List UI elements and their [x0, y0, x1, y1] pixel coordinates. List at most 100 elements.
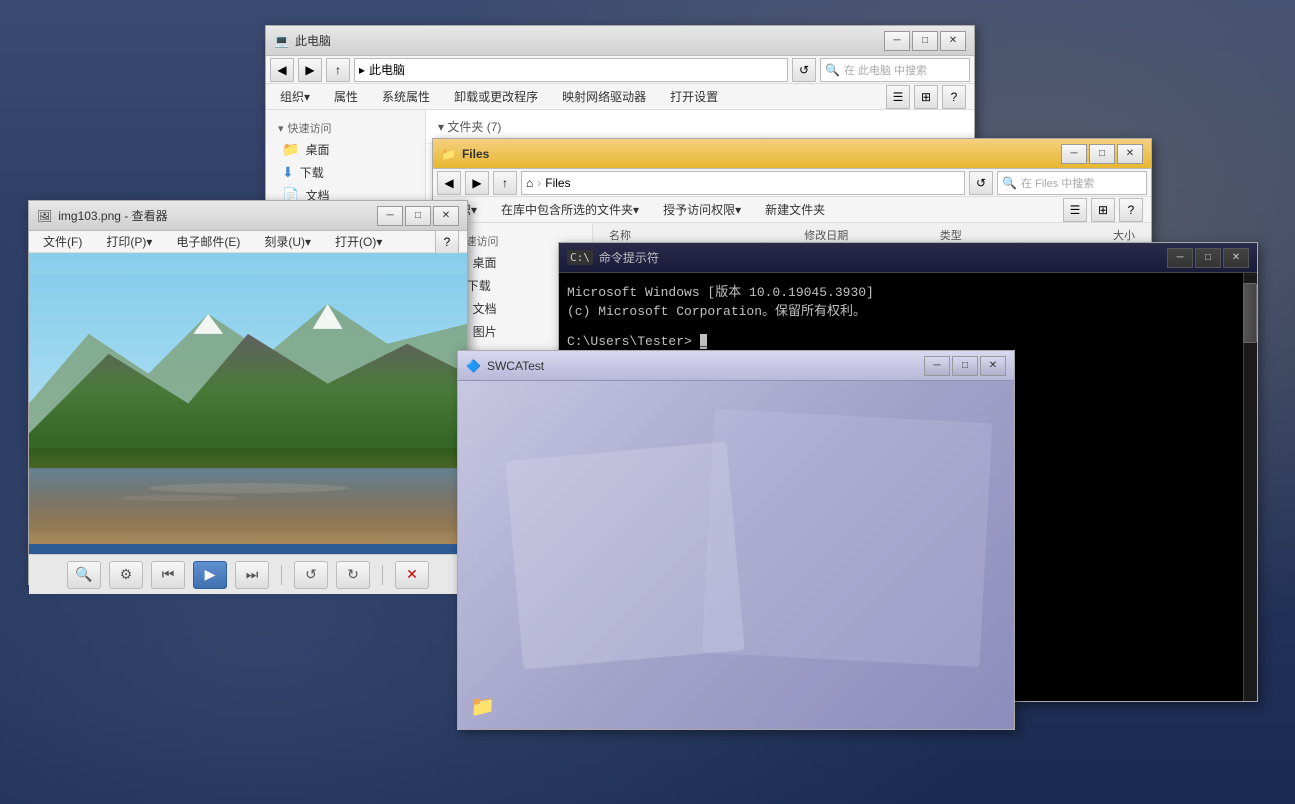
thispc-back-btn[interactable]: ◀: [270, 58, 294, 82]
files-view-btn1[interactable]: ☰: [1063, 198, 1087, 222]
cmd-scrollbar-thumb[interactable]: [1243, 283, 1257, 343]
imgviewer-rotateright-btn[interactable]: ↻: [336, 561, 370, 589]
toolbar-separator2: [382, 565, 383, 585]
files-view-btn2[interactable]: ⊞: [1091, 198, 1115, 222]
imgviewer-prev-btn[interactable]: ⏮: [151, 561, 185, 589]
cmd-controls: ─ □ ✕: [1167, 248, 1249, 268]
swcatest-title-text: SWCATest: [487, 359, 544, 373]
cmd-title-area: C:\ 命令提示符: [567, 249, 1167, 266]
imgviewer-menu-file[interactable]: 文件(F): [37, 231, 88, 252]
files-searchbox[interactable]: 🔍 在 Files 中搜索: [997, 171, 1147, 195]
thispc-addressbar[interactable]: ▸ 此电脑: [354, 58, 788, 82]
files-pictures-label: 图片: [473, 323, 497, 340]
swcatest-minimize-btn[interactable]: ─: [924, 356, 950, 376]
swcatest-folder-icon: 📁: [470, 694, 495, 719]
swcatest-content: 📁: [458, 381, 1014, 729]
imgviewer-titlebar[interactable]: 🖼 img103.png - 查看器 ─ □ ✕: [29, 201, 467, 231]
imgviewer-maximize-btn[interactable]: □: [405, 206, 431, 226]
toolbar-separator1: [281, 565, 282, 585]
imgviewer-toolbar: 🔍 ⚙ ⏮ ▶ ⏭ ↺ ↻ ✕: [29, 554, 467, 594]
thispc-ribbon-mapnetwork[interactable]: 映射网络驱动器: [556, 86, 652, 107]
files-close-btn[interactable]: ✕: [1117, 144, 1143, 164]
swcatest-window: 🔷 SWCATest ─ □ ✕ 📁: [457, 350, 1015, 730]
imgviewer-menu-email[interactable]: 电子邮件(E): [170, 231, 246, 252]
cmd-maximize-btn[interactable]: □: [1195, 248, 1221, 268]
thispc-quickaccess-title: ▾ 快速访问: [274, 118, 417, 138]
thispc-ribbon-organize[interactable]: 组织▾: [274, 86, 316, 107]
imgviewer-menu-print[interactable]: 打印(P)▾: [100, 231, 158, 252]
files-path-label: Files: [545, 176, 570, 190]
swcatest-icon: 🔷: [466, 359, 481, 373]
swcatest-shape2: [702, 409, 992, 667]
files-up-btn[interactable]: ↑: [493, 171, 517, 195]
files-titlebar[interactable]: 📁 Files ─ □ ✕: [433, 139, 1151, 169]
files-addressbar[interactable]: ⌂ › Files: [521, 171, 965, 195]
imgviewer-menu-open[interactable]: 打开(O)▾: [329, 231, 388, 252]
thispc-view-btn2[interactable]: ⊞: [914, 85, 938, 109]
thispc-path-arrow: ▸: [359, 63, 365, 77]
swcatest-titlebar[interactable]: 🔷 SWCATest ─ □ ✕: [458, 351, 1014, 381]
thispc-searchbox[interactable]: 🔍 在 此电脑 中搜索: [820, 58, 970, 82]
thispc-downloads-icon: ⬇: [282, 164, 294, 181]
cmd-titlebar[interactable]: C:\ 命令提示符 ─ □ ✕: [559, 243, 1257, 273]
thispc-close-btn[interactable]: ✕: [940, 31, 966, 51]
files-minimize-btn[interactable]: ─: [1061, 144, 1087, 164]
swcatest-close-btn[interactable]: ✕: [980, 356, 1006, 376]
files-refresh-btn[interactable]: ↺: [969, 171, 993, 195]
thispc-ribbon-uninstall[interactable]: 卸载或更改程序: [448, 86, 544, 107]
files-downloads-label: 下载: [467, 277, 491, 294]
thispc-minimize-btn[interactable]: ─: [884, 31, 910, 51]
thispc-title-text: 此电脑: [295, 32, 331, 49]
imgviewer-delete-btn[interactable]: ✕: [395, 561, 429, 589]
cmd-line3: [567, 319, 1249, 334]
imgviewer-help-btn[interactable]: ?: [435, 230, 459, 254]
thispc-maximize-btn[interactable]: □: [912, 31, 938, 51]
imgviewer-rotateleft-btn[interactable]: ↺: [294, 561, 328, 589]
thispc-forward-btn[interactable]: ▶: [298, 58, 322, 82]
imgviewer-next-btn[interactable]: ⏭: [235, 561, 269, 589]
files-title-area: 📁 Files: [441, 147, 1061, 161]
files-path-home: ⌂: [526, 176, 533, 190]
cmd-minimize-btn[interactable]: ─: [1167, 248, 1193, 268]
imgviewer-settings-btn[interactable]: ⚙: [109, 561, 143, 589]
imgviewer-controls: ─ □ ✕: [377, 206, 459, 226]
imgviewer-minimize-btn[interactable]: ─: [377, 206, 403, 226]
thispc-titlebar[interactable]: 💻 此电脑 ─ □ ✕: [266, 26, 974, 56]
files-help-btn[interactable]: ?: [1119, 198, 1143, 222]
files-ribbon-access[interactable]: 授予访问权限▾: [657, 199, 747, 220]
files-back-btn[interactable]: ◀: [437, 171, 461, 195]
imgviewer-menu-burn[interactable]: 刻录(U)▾: [258, 231, 317, 252]
thispc-view-btn1[interactable]: ☰: [886, 85, 910, 109]
thispc-sidebar-downloads[interactable]: ⬇ 下载: [274, 161, 417, 184]
thispc-path-label: 此电脑: [369, 61, 405, 78]
files-controls: ─ □ ✕: [1061, 144, 1143, 164]
img-mountain-svg: [29, 253, 467, 554]
files-ribbon-newfolder[interactable]: 新建文件夹: [759, 199, 831, 220]
files-desktop-label: 桌面: [472, 254, 496, 271]
thispc-up-btn[interactable]: ↑: [326, 58, 350, 82]
thispc-ribbon-properties[interactable]: 属性: [328, 86, 364, 107]
cmd-prompt-line: C:\Users\Tester> _: [567, 334, 1249, 349]
imgviewer-play-btn[interactable]: ▶: [193, 561, 227, 589]
files-search-icon: 🔍: [1002, 176, 1017, 190]
cmd-close-btn[interactable]: ✕: [1223, 248, 1249, 268]
imgviewer-close-btn[interactable]: ✕: [433, 206, 459, 226]
thispc-help-btn[interactable]: ?: [942, 85, 966, 109]
files-maximize-btn[interactable]: □: [1089, 144, 1115, 164]
imgviewer-zoom-btn[interactable]: 🔍: [67, 561, 101, 589]
imgviewer-icon: 🖼: [37, 209, 52, 223]
files-ribbon-include[interactable]: 在库中包含所选的文件夹▾: [495, 199, 645, 220]
thispc-refresh-btn[interactable]: ↺: [792, 58, 816, 82]
files-navbar: ◀ ▶ ↑ ⌂ › Files ↺ 🔍 在 Files 中搜索: [433, 169, 1151, 197]
imgviewer-window: 🖼 img103.png - 查看器 ─ □ ✕ 文件(F) 打印(P)▾ 电子…: [28, 200, 468, 585]
cmd-scrollbar-track[interactable]: [1243, 273, 1257, 701]
files-documents-label: 文档: [472, 300, 496, 317]
files-forward-btn[interactable]: ▶: [465, 171, 489, 195]
thispc-ribbon-settings[interactable]: 打开设置: [664, 86, 724, 107]
thispc-ribbon-sysprops[interactable]: 系统属性: [376, 86, 436, 107]
cmd-line1: Microsoft Windows [版本 10.0.19045.3930]: [567, 281, 1249, 300]
thispc-controls: ─ □ ✕: [884, 31, 966, 51]
thispc-sidebar-desktop[interactable]: 📁 桌面: [274, 138, 417, 161]
files-path-sep1: ›: [537, 176, 541, 190]
swcatest-maximize-btn[interactable]: □: [952, 356, 978, 376]
